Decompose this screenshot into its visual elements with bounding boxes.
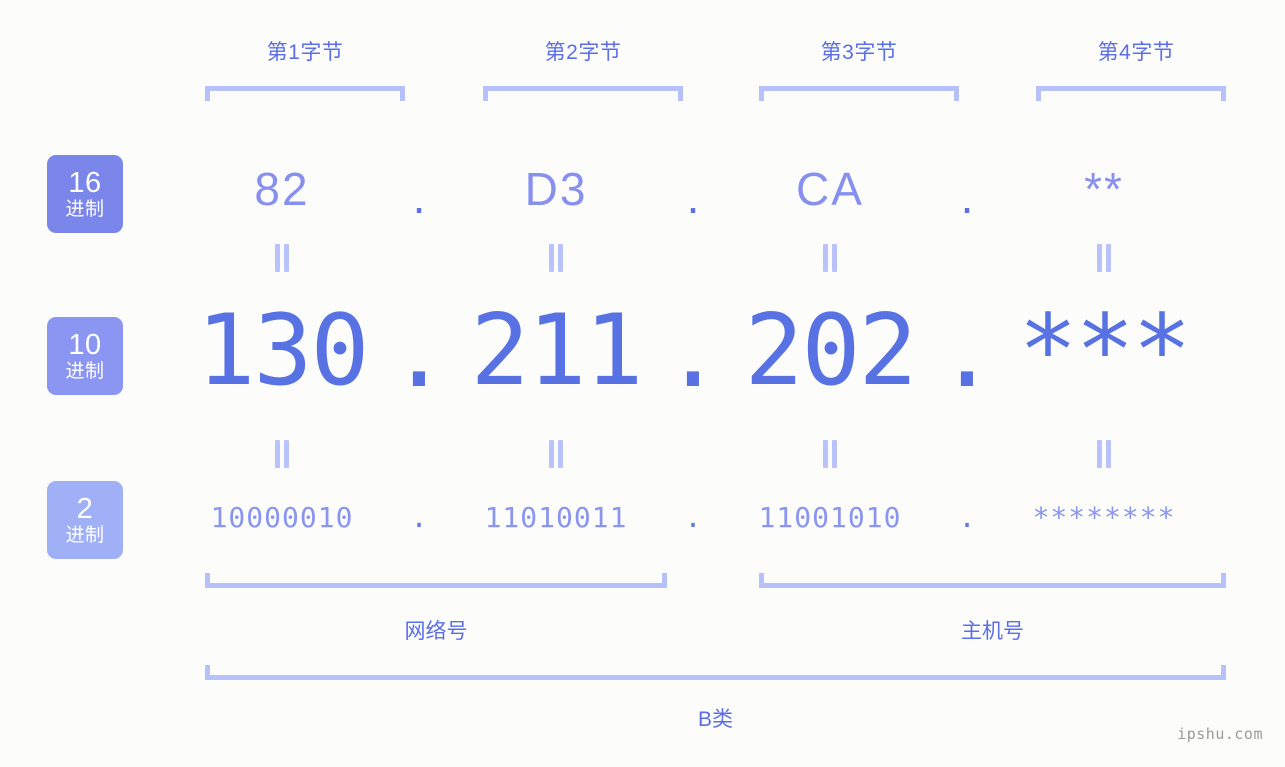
base-badge-binary: 2 进制: [47, 481, 123, 559]
base-badge-binary-system: 进制: [65, 525, 105, 546]
binary-octet-3: 11001010: [758, 500, 902, 534]
equals-icon: [1097, 244, 1111, 272]
site-watermark: ipshu.com: [1177, 725, 1263, 743]
equals-connector-2: [454, 244, 658, 277]
byte-header-label-3: 第3字节: [820, 41, 898, 64]
hex-separator-2: .: [686, 171, 700, 223]
equals-connector-4: [1002, 244, 1206, 277]
equals-icon: [275, 440, 289, 468]
binary-octet-2: 11010011: [484, 500, 628, 534]
decimal-value-row: 130 . 211 . 202 . ***: [180, 294, 1255, 410]
byte-bracket-4: [1036, 86, 1226, 101]
hex-octet-4: **: [1084, 163, 1124, 215]
equals-icon: [823, 440, 837, 468]
byte-bracket-2: [483, 86, 683, 101]
hex-value-row: 82 . D3 . CA . **: [180, 155, 1255, 223]
equals-connector-7: [728, 440, 932, 473]
ip-address-breakdown-diagram: 第1字节 第2字节 第3字节 第4字节 16 进制 10 进制 2 进制 82 …: [0, 0, 1285, 767]
byte-bracket-3: [759, 86, 959, 101]
hex-separator-3: .: [960, 171, 974, 223]
equals-connector-1: [180, 244, 384, 277]
hex-octet-2: D3: [524, 163, 588, 215]
equals-connector-3: [728, 244, 932, 277]
binary-octet-1: 10000010: [210, 500, 354, 534]
hex-octet-1: 82: [254, 163, 310, 215]
hex-octet-3: CA: [796, 163, 864, 215]
byte-header-label-4: 第4字节: [1097, 41, 1175, 64]
base-badge-hex-number: 16: [68, 167, 102, 199]
binary-separator-3: .: [958, 500, 976, 534]
base-badge-binary-number: 2: [76, 493, 94, 525]
host-portion-label: 主机号: [961, 620, 1024, 643]
decimal-octet-1: 130: [196, 294, 369, 408]
equals-connector-5: [180, 440, 384, 473]
equals-icon: [549, 440, 563, 468]
host-portion-bracket: [759, 573, 1226, 588]
address-class-bracket: [205, 665, 1226, 680]
base-badge-decimal: 10 进制: [47, 317, 123, 395]
equals-connector-row-decimal-binary: [180, 440, 1255, 473]
network-portion-label: 网络号: [404, 620, 468, 643]
base-badge-hex-system: 进制: [65, 199, 105, 220]
binary-value-row: 10000010 . 11010011 . 11001010 . *******…: [180, 497, 1255, 537]
address-class-label: B类: [697, 708, 733, 731]
binary-separator-2: .: [684, 500, 702, 534]
network-portion-bracket: [205, 573, 667, 588]
decimal-separator-1: .: [389, 296, 449, 410]
equals-icon: [275, 244, 289, 272]
equals-icon: [823, 244, 837, 272]
decimal-octet-2: 211: [470, 294, 643, 408]
equals-connector-row-hex-decimal: [180, 244, 1255, 277]
decimal-octet-4: ***: [1018, 294, 1191, 408]
hex-separator-1: .: [412, 171, 426, 223]
decimal-octet-3: 202: [744, 294, 917, 408]
decimal-separator-2: .: [663, 296, 723, 410]
byte-header-label-2: 第2字节: [544, 41, 622, 64]
decimal-separator-3: .: [937, 296, 997, 410]
equals-connector-8: [1002, 440, 1206, 473]
equals-icon: [549, 244, 563, 272]
binary-octet-4: ********: [1032, 500, 1176, 534]
byte-header-label-1: 第1字节: [266, 41, 344, 64]
equals-connector-6: [454, 440, 658, 473]
base-badge-decimal-system: 进制: [65, 361, 105, 382]
equals-icon: [1097, 440, 1111, 468]
binary-separator-1: .: [410, 500, 428, 534]
base-badge-hex: 16 进制: [47, 155, 123, 233]
byte-bracket-1: [205, 86, 405, 101]
base-badge-decimal-number: 10: [68, 329, 102, 361]
